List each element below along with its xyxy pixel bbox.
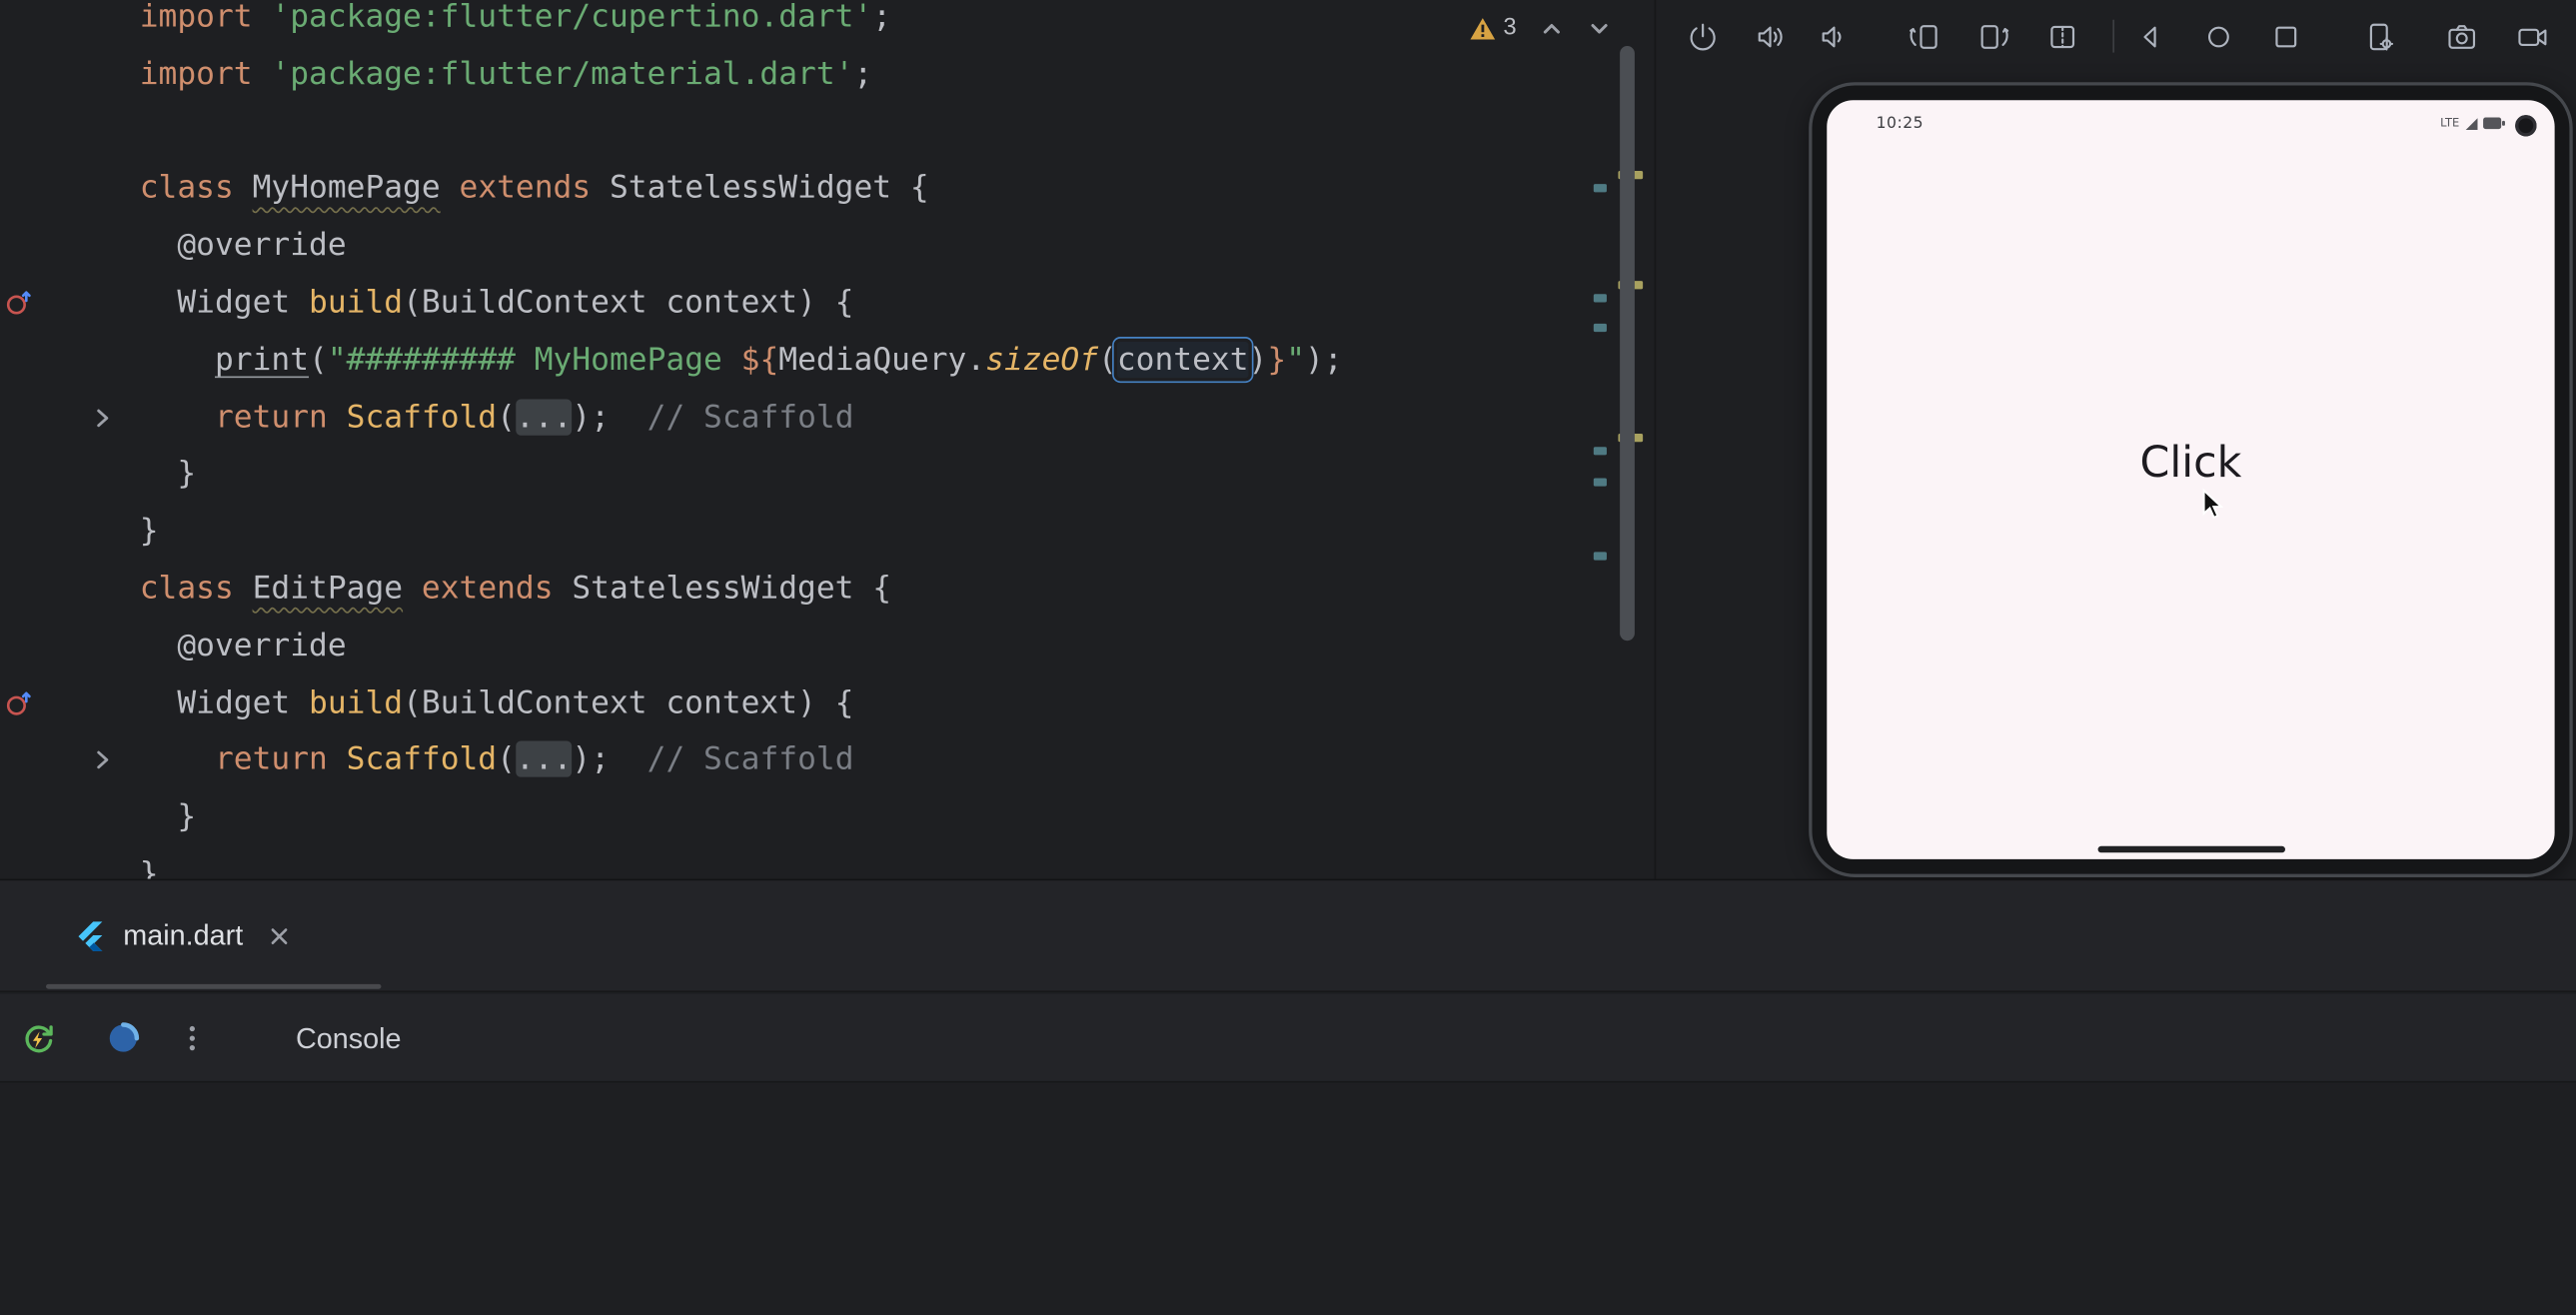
code-line[interactable]: @override	[140, 618, 1343, 674]
rotate-right-icon	[1975, 19, 2010, 54]
status-bar-right: LTE	[2440, 115, 2505, 131]
editor-gutter	[0, 0, 140, 879]
rotate-right-button[interactable]	[1973, 16, 2012, 55]
stripe-mark-info[interactable]	[1594, 294, 1607, 301]
tab-strip-scrollbar[interactable]	[46, 984, 381, 989]
flutter-icon	[76, 917, 106, 953]
back-button[interactable]	[2130, 16, 2169, 55]
running-devices-panel: 10:25 LTE Click	[1655, 0, 2576, 879]
rerun-button[interactable]	[13, 1013, 62, 1062]
dart-app-icon	[105, 1020, 141, 1056]
rotate-left-icon	[1907, 19, 1941, 54]
status-clock: 10:25	[1877, 115, 1925, 133]
code-line[interactable]: }	[140, 788, 1343, 845]
code-line[interactable]: Widget build(BuildContext context) {	[140, 674, 1343, 731]
mouse-cursor-icon	[2201, 488, 2224, 521]
code-line[interactable]: @override	[140, 217, 1343, 274]
signal-icon	[2463, 116, 2478, 131]
ide-window: import 'package:flutter/cupertino.dart';…	[0, 0, 2576, 1315]
run-tab-main-dart[interactable]: main.dart	[56, 880, 311, 990]
device-settings-button[interactable]	[2359, 16, 2398, 55]
volume-up-button[interactable]	[1750, 16, 1789, 55]
app-device-button[interactable]	[99, 1013, 148, 1062]
code-line[interactable]: import 'package:flutter/cupertino.dart';	[140, 0, 1343, 46]
home-icon	[2200, 19, 2235, 54]
back-icon	[2133, 19, 2168, 54]
fold-icon	[2044, 19, 2079, 54]
warning-icon[interactable]	[1469, 16, 1497, 41]
more-options-button[interactable]	[168, 1013, 217, 1062]
override-method-icon[interactable]	[5, 288, 35, 318]
code-line[interactable]: print("######### MyHomePage ${MediaQuery…	[140, 332, 1343, 389]
overview-icon	[2268, 19, 2303, 54]
app-body-text[interactable]: Click	[1827, 439, 2554, 488]
volume-up-icon	[1752, 19, 1787, 54]
run-tab-label: main.dart	[123, 918, 243, 953]
console-toolbar: Console	[0, 994, 2576, 1083]
editor-scrollbar[interactable]	[1620, 46, 1635, 641]
fold-button[interactable]	[2042, 16, 2081, 55]
run-tab-strip: main.dart	[0, 880, 2576, 992]
gesture-nav-pill[interactable]	[2097, 846, 2284, 853]
stripe-mark-info[interactable]	[1594, 478, 1607, 485]
code-line[interactable]: }	[140, 503, 1343, 560]
run-tool-window: main.dart	[0, 879, 2576, 1315]
camera-punch-hole-icon	[2515, 115, 2536, 136]
fold-chevron-icon[interactable]	[94, 748, 114, 773]
code-line[interactable]: class EditPage extends StatelessWidget {	[140, 561, 1343, 618]
kebab-menu-icon	[178, 1023, 208, 1053]
code-line[interactable]: import 'package:flutter/material.dart';	[140, 46, 1343, 103]
inspection-widget: 3	[1469, 12, 1612, 45]
screen-record-button[interactable]	[2512, 16, 2551, 55]
code-editor[interactable]: import 'package:flutter/cupertino.dart';…	[0, 0, 1655, 879]
power-button[interactable]	[1683, 16, 1722, 55]
console-output[interactable]	[0, 1084, 2576, 1315]
warning-count[interactable]: 3	[1503, 15, 1516, 41]
volume-down-icon	[1815, 19, 1850, 54]
stripe-mark-info[interactable]	[1594, 324, 1607, 331]
volume-down-button[interactable]	[1812, 16, 1851, 55]
override-method-icon[interactable]	[5, 687, 35, 717]
code-line[interactable]: class MyHomePage extends StatelessWidget…	[140, 160, 1343, 217]
code-line[interactable]: return Scaffold(...); // Scaffold	[140, 389, 1343, 446]
emulator-device-frame: 10:25 LTE Click	[1809, 82, 2573, 877]
code-line[interactable]: }	[140, 846, 1343, 879]
power-icon	[1685, 19, 1720, 54]
emulator-screen[interactable]: 10:25 LTE Click	[1827, 100, 2554, 859]
prev-issue-icon[interactable]	[1540, 16, 1565, 41]
network-label: LTE	[2440, 115, 2459, 131]
rotate-left-button[interactable]	[1905, 16, 1943, 55]
screenshot-icon	[2444, 19, 2479, 54]
stripe-mark-info[interactable]	[1594, 552, 1607, 559]
stripe-mark-info[interactable]	[1594, 447, 1607, 454]
toolbar-separator	[2112, 20, 2114, 53]
code-line[interactable]: Widget build(BuildContext context) {	[140, 275, 1343, 332]
rerun-icon	[19, 1019, 57, 1057]
screen-record-icon	[2514, 19, 2549, 54]
battery-icon	[2482, 117, 2505, 130]
overview-button[interactable]	[2265, 16, 2304, 55]
code-line[interactable]	[140, 103, 1343, 160]
screenshot-button[interactable]	[2441, 16, 2480, 55]
tab-console[interactable]: Console	[296, 994, 402, 1083]
fold-chevron-icon[interactable]	[94, 405, 114, 430]
stripe-mark-info[interactable]	[1594, 184, 1607, 191]
code-line[interactable]: return Scaffold(...); // Scaffold	[140, 731, 1343, 788]
code-line[interactable]: }	[140, 446, 1343, 503]
device-settings-icon	[2361, 19, 2396, 54]
code-area[interactable]: import 'package:flutter/cupertino.dart';…	[140, 0, 1343, 879]
close-tab-icon[interactable]	[268, 924, 291, 947]
home-button[interactable]	[2198, 16, 2237, 55]
